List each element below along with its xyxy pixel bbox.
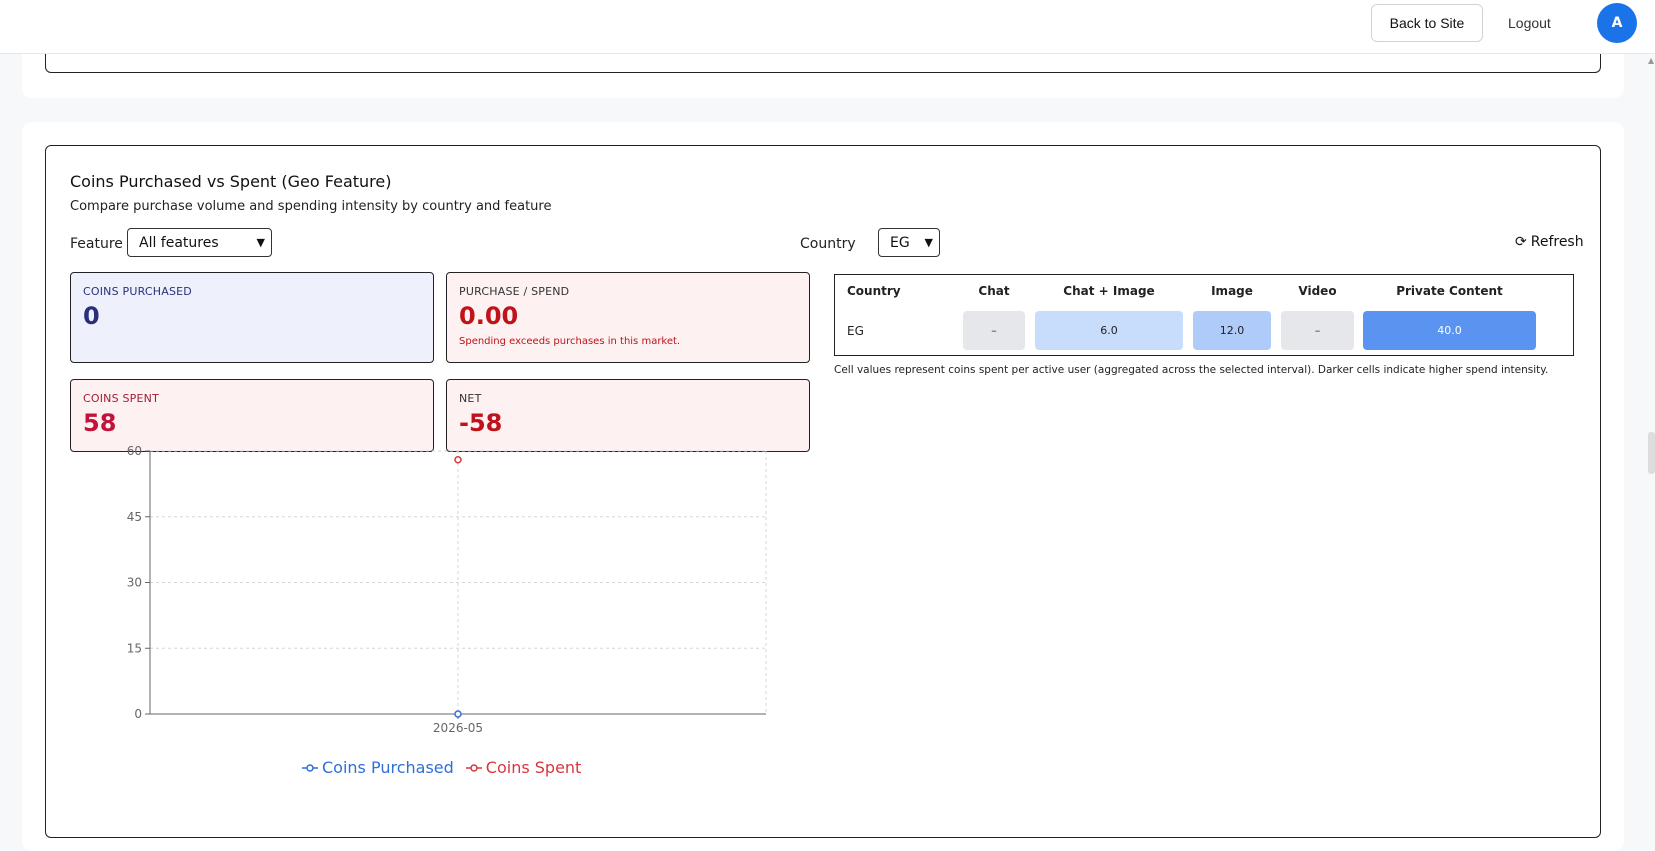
legend-item-spent[interactable]: Coins Spent [465, 758, 582, 777]
y-tick-label: 45 [127, 510, 142, 524]
heatmap-header-video: Video [1298, 284, 1337, 298]
stat-label: NET [459, 392, 482, 405]
country-select[interactable]: EG ▼ [878, 228, 940, 257]
section-subtitle: Compare purchase volume and spending int… [70, 199, 552, 214]
avatar[interactable]: A [1597, 3, 1637, 43]
previous-panel-bottom [45, 54, 1601, 73]
stat-label: PURCHASE / SPEND [459, 285, 570, 298]
heatmap-header-country: Country [847, 284, 901, 298]
spend-heatmap: Country Chat Chat + Image Image Video Pr… [834, 274, 1574, 356]
y-tick-label: 15 [127, 641, 142, 655]
x-tick-label: 2026-05 [433, 721, 483, 735]
country-select-value: EG [890, 234, 910, 251]
refresh-icon: ⟳ [1515, 234, 1527, 250]
coins-purchased-card: COINS PURCHASED 0 [70, 272, 434, 363]
heatmap-cell-private-content[interactable]: 40.0 [1363, 311, 1536, 350]
stat-label: COINS SPENT [83, 392, 160, 405]
stat-value: 0 [83, 302, 100, 330]
chart-legend: Coins Purchased Coins Spent [302, 758, 581, 777]
scrollbar-thumb[interactable] [1648, 432, 1655, 474]
legend-purchased-icon [302, 763, 318, 772]
y-tick-label: 60 [127, 446, 142, 458]
coins-line-chart: 0 15 30 45 60 2026-05 [127, 446, 767, 735]
heatmap-row-country: EG [847, 324, 864, 338]
heatmap-header-chat: Chat [978, 284, 1010, 298]
logout-button[interactable]: Logout [1508, 4, 1551, 42]
stat-label: COINS PURCHASED [83, 285, 192, 298]
heatmap-cell-chat[interactable]: – [963, 311, 1025, 350]
heatmap-cell-chat-image[interactable]: 6.0 [1035, 311, 1183, 350]
heatmap-header-private-content: Private Content [1396, 284, 1503, 298]
heatmap-cell-video[interactable]: – [1281, 311, 1354, 350]
purchase-spend-card: PURCHASE / SPEND 0.00 Spending exceeds p… [446, 272, 810, 363]
legend-item-purchased[interactable]: Coins Purchased [302, 758, 454, 777]
chevron-down-icon: ▼ [924, 236, 933, 249]
coins-spent-card: COINS SPENT 58 [70, 379, 434, 452]
feature-label: Feature [70, 236, 123, 252]
data-point-purchased [454, 710, 462, 718]
top-bar: Back to Site Logout A [0, 0, 1655, 54]
feature-select-value: All features [139, 234, 219, 251]
stat-note: Spending exceeds purchases in this marke… [459, 336, 681, 347]
stat-value: -58 [459, 409, 503, 437]
legend-label: Coins Purchased [322, 758, 454, 777]
stat-value: 58 [83, 409, 117, 437]
net-card: NET -58 [446, 379, 810, 452]
heatmap-header-chat-image: Chat + Image [1063, 284, 1155, 298]
country-label: Country [800, 236, 856, 252]
y-tick-label: 30 [127, 576, 142, 590]
refresh-label: Refresh [1530, 234, 1584, 250]
data-point-spent [454, 456, 462, 464]
section-title: Coins Purchased vs Spent (Geo Feature) [70, 172, 392, 191]
geo-feature-panel: Coins Purchased vs Spent (Geo Feature) C… [45, 145, 1601, 838]
previous-card [22, 54, 1624, 98]
refresh-button[interactable]: ⟳ Refresh [1515, 234, 1584, 250]
heatmap-cell-image[interactable]: 12.0 [1193, 311, 1271, 350]
stat-value: 0.00 [459, 302, 519, 330]
legend-label: Coins Spent [485, 758, 582, 777]
chevron-down-icon: ▼ [256, 236, 265, 249]
geo-feature-card: Coins Purchased vs Spent (Geo Feature) C… [22, 122, 1624, 851]
heatmap-note: Cell values represent coins spent per ac… [834, 364, 1549, 376]
legend-spent-icon [465, 763, 482, 772]
heatmap-header-image: Image [1211, 284, 1253, 298]
feature-select[interactable]: All features ▼ [127, 228, 272, 257]
back-to-site-button[interactable]: Back to Site [1371, 4, 1483, 42]
scroll-up-arrow-icon[interactable]: ▲ [1648, 56, 1654, 65]
y-tick-label: 0 [134, 707, 142, 721]
